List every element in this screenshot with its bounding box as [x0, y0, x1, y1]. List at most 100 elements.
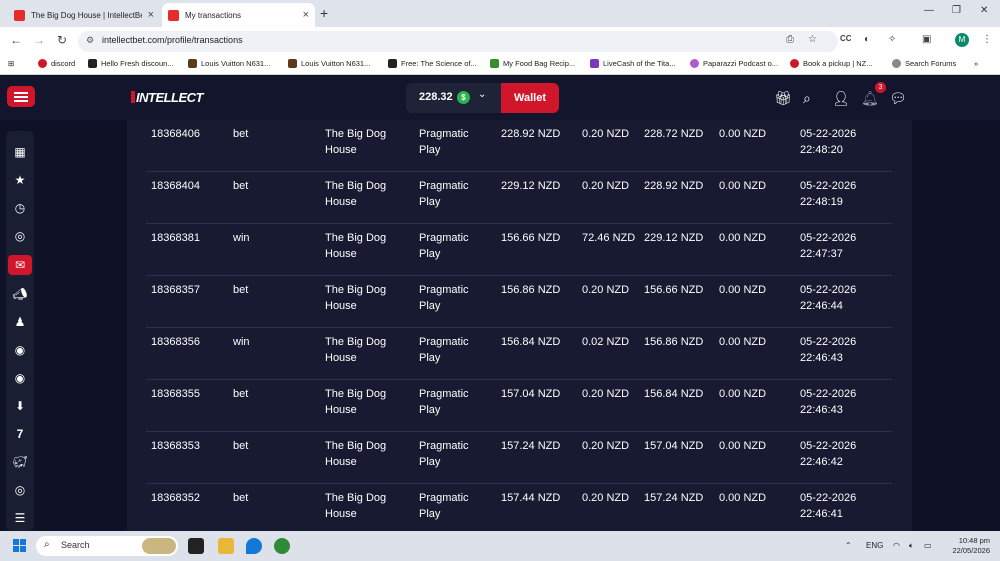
provider-name: Pragmatic Play — [419, 492, 469, 520]
apps-grid-icon[interactable]: ⊞ — [8, 59, 14, 68]
transaction-id: 18368357 — [151, 284, 200, 296]
minimize-icon[interactable]: — — [924, 5, 934, 16]
restore-icon[interactable]: ❐ — [952, 5, 961, 16]
download-icon[interactable]: ⬇ — [6, 399, 34, 413]
app-icon[interactable] — [246, 538, 262, 554]
extension-cc-icon[interactable]: CC — [840, 34, 852, 43]
profile-avatar[interactable]: M — [955, 33, 969, 47]
task-view-icon[interactable] — [188, 538, 204, 554]
table-row: 18368353 bet The Big Dog House Pragmatic… — [146, 432, 892, 484]
reading-list-icon[interactable]: ▣ — [922, 34, 931, 45]
transaction-amount: 0.02 NZD — [582, 336, 630, 348]
bell-icon[interactable]: 🔔︎ — [861, 90, 879, 107]
bonus-amount: 0.00 NZD — [719, 180, 767, 192]
promotions-icon[interactable]: ✉ — [8, 255, 32, 275]
file-explorer-icon[interactable] — [218, 538, 234, 554]
chrome-icon[interactable] — [274, 538, 290, 554]
site-logo[interactable]: INTELLECT — [131, 90, 204, 105]
target-icon[interactable]: ◎ — [6, 229, 34, 243]
menu-kebab-icon[interactable]: ⋮ — [982, 34, 992, 45]
reload-icon[interactable]: ↻ — [57, 33, 67, 47]
tab-title: The Big Dog House | IntellectBe — [31, 10, 142, 20]
balance-after: 157.24 NZD — [644, 492, 704, 504]
chess-piece-icon[interactable]: ♟ — [6, 315, 34, 329]
balance-after: 228.92 NZD — [644, 180, 704, 192]
balance-dropdown[interactable]: 228.32 $ ⌄ — [406, 83, 501, 113]
extensions-puzzle-icon[interactable]: ✧ — [888, 34, 896, 45]
system-clock[interactable]: 10:48 pm 22/05/2026 — [945, 536, 990, 556]
hamburger-menu-button[interactable] — [7, 86, 35, 107]
language-indicator[interactable]: ENG — [866, 541, 883, 550]
taskbar-search[interactable]: ⌕ Search — [36, 536, 178, 556]
chevron-up-icon[interactable]: ⌃ — [845, 541, 852, 550]
transaction-amount: 0.20 NZD — [582, 440, 630, 452]
bookmark-item[interactable]: Paparazzi Podcast o... — [690, 59, 778, 68]
search-icon[interactable]: ⌕ — [803, 90, 811, 107]
roulette-icon[interactable]: ◎ — [6, 483, 34, 497]
balance-amount: 228.32 — [419, 91, 453, 103]
extension-icon[interactable]: ◐ — [864, 34, 870, 45]
battery-icon[interactable]: ▭ — [924, 541, 932, 550]
user-icon[interactable]: 👤︎ — [832, 90, 850, 107]
calendar-icon[interactable]: ▦ — [6, 145, 34, 159]
install-app-icon[interactable]: ⎙ — [786, 34, 794, 45]
bookmark-item[interactable]: Book a pickup | NZ... — [790, 59, 872, 68]
list-icon[interactable]: ☰ — [6, 511, 34, 525]
bookmark-item[interactable]: Louis Vuitton N631... — [188, 59, 270, 68]
new-tab-icon[interactable]: + — [320, 5, 328, 21]
bookmark-item[interactable]: Louis Vuitton N631... — [288, 59, 370, 68]
transaction-id: 18368381 — [151, 232, 200, 244]
bookmark-item[interactable]: LiveCash of the Tita... — [590, 59, 676, 68]
provider-name: Pragmatic Play — [419, 128, 469, 156]
transaction-id: 18368356 — [151, 336, 200, 348]
transaction-type: bet — [233, 128, 249, 140]
more-bookmarks-icon[interactable]: » — [974, 59, 978, 68]
tab-big-dog-house[interactable]: The Big Dog House | IntellectBe × — [8, 3, 160, 27]
bookmark-item[interactable]: Hello Fresh discoun... — [88, 59, 174, 68]
wifi-icon[interactable]: ◠ — [893, 541, 900, 550]
transaction-id: 18368352 — [151, 492, 200, 504]
wallet-button[interactable]: Wallet — [501, 83, 559, 113]
megaphone-icon[interactable]: 📣︎ — [6, 287, 34, 301]
transaction-id: 18368406 — [151, 128, 200, 140]
close-icon[interactable]: × — [148, 9, 154, 21]
star-icon[interactable]: ★ — [6, 173, 34, 187]
provider-name: Pragmatic Play — [419, 388, 469, 416]
transaction-type: bet — [233, 492, 249, 504]
browser-tab-bar: The Big Dog House | IntellectBe × My tra… — [0, 0, 1000, 27]
piggy-bank-icon[interactable]: 🐖︎ — [6, 455, 34, 469]
windows-start-icon[interactable] — [13, 539, 27, 553]
close-icon[interactable]: × — [303, 9, 309, 21]
dollar-coin-icon: $ — [457, 91, 470, 104]
forward-icon[interactable]: → — [33, 33, 45, 47]
tab-my-transactions[interactable]: My transactions × — [162, 3, 315, 27]
balance-after: 157.04 NZD — [644, 440, 704, 452]
chip-icon[interactable]: ◉ — [6, 343, 34, 357]
transaction-datetime: 05-22-2026 22:46:43 — [800, 336, 857, 364]
site-info-icon[interactable]: ⚙ — [86, 35, 94, 46]
transaction-type: bet — [233, 440, 249, 452]
balance-after: 229.12 NZD — [644, 232, 704, 244]
back-icon[interactable]: ← — [10, 33, 22, 47]
chip-icon[interactable]: ◉ — [6, 371, 34, 385]
bookmark-item[interactable]: Search Forums — [892, 59, 956, 68]
gift-icon[interactable]: 🎁︎ — [774, 90, 792, 107]
game-name: The Big Dog House — [325, 128, 387, 156]
history-icon[interactable]: ◷ — [6, 201, 34, 215]
chat-icon[interactable]: 💬︎ — [889, 90, 907, 107]
address-bar-row: ← → ↻ ⚙ intellectbet.com/profile/transac… — [0, 27, 1000, 55]
bookmark-item[interactable]: discord — [38, 59, 75, 68]
game-name: The Big Dog House — [325, 284, 387, 312]
bookmark-item[interactable]: Free: The Science of... — [388, 59, 477, 68]
transaction-amount: 0.20 NZD — [582, 284, 630, 296]
bonus-amount: 0.00 NZD — [719, 284, 767, 296]
transaction-id: 18368404 — [151, 180, 200, 192]
url-field[interactable]: ⚙ intellectbet.com/profile/transactions — [78, 31, 838, 52]
bonus-amount: 0.00 NZD — [719, 232, 767, 244]
window-close-icon[interactable]: ✕ — [980, 5, 988, 16]
bookmark-item[interactable]: My Food Bag Recip... — [490, 59, 575, 68]
volume-icon[interactable]: 🔈︎ — [909, 541, 914, 551]
seven-icon[interactable]: 7 — [6, 427, 34, 441]
transaction-datetime: 05-22-2026 22:48:20 — [800, 128, 857, 156]
bookmark-star-icon[interactable]: ☆ — [808, 34, 817, 45]
